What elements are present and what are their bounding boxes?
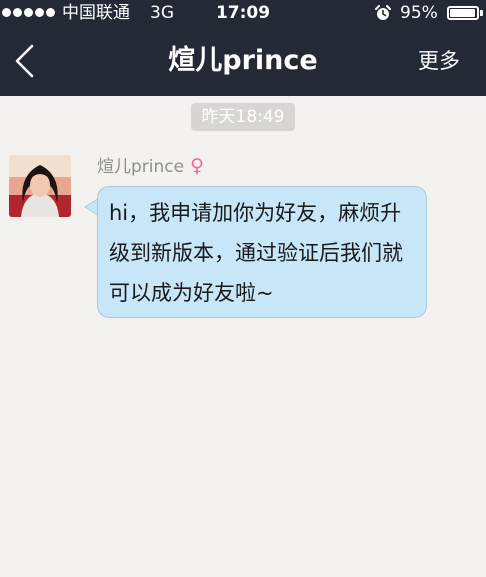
page-title: 煊儿prince [168, 45, 318, 76]
message-timestamp: 昨天18:49 [191, 103, 295, 131]
top-bar: 中国联通 3G 17:09 95% 煊儿prince 更多 [0, 0, 486, 96]
female-icon: ♀ [190, 155, 205, 177]
message-text: hi，我申请加你为好友，麻烦升级到新版本，通过验证后我们就可以成为好友啦~ [109, 201, 403, 305]
battery-level [450, 9, 475, 17]
battery-icon [447, 6, 479, 20]
alarm-clock-icon [375, 5, 391, 20]
avatar[interactable] [9, 155, 71, 217]
battery-tip [480, 10, 483, 16]
avatar-photo [9, 155, 71, 217]
sender-name: 煊儿prince [97, 157, 185, 177]
battery-percent: 95% [400, 3, 438, 23]
more-button[interactable]: 更多 [418, 47, 460, 75]
navigation-bar: 煊儿prince 更多 [0, 26, 486, 96]
status-bar: 中国联通 3G 17:09 95% [0, 0, 486, 26]
sender-name-row: 煊儿prince ♀ [97, 154, 204, 179]
chevron-left-icon[interactable] [12, 43, 36, 79]
